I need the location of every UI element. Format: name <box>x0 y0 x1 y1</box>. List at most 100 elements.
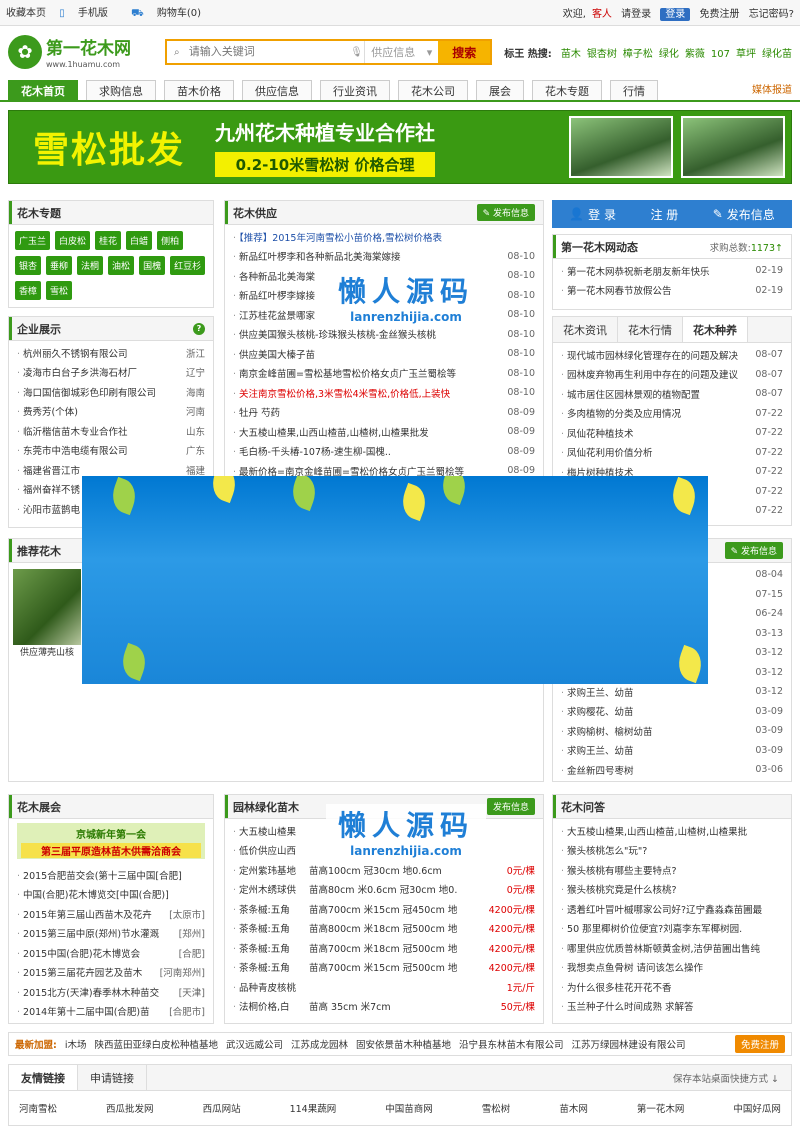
nav-tab-supply[interactable]: 供应信息 <box>242 80 312 100</box>
topic-tag[interactable]: 香樟 <box>15 281 42 300</box>
hot-item[interactable]: 绿化 <box>659 49 679 60</box>
list-item[interactable]: 2015北方(天津)春季林木种苗交 [天津] <box>17 982 205 1002</box>
publish-buy-button[interactable]: ✎ 发布信息 <box>724 542 783 559</box>
price-row[interactable]: 品种青皮核桃 1元/斤 <box>233 977 535 997</box>
login-button[interactable]: 登录 <box>660 8 691 21</box>
hot-item[interactable]: 银杏树 <box>587 49 617 60</box>
publish-supply-button[interactable]: ✎ 发布信息 <box>476 204 535 221</box>
nav-tab-company[interactable]: 花木公司 <box>398 80 468 100</box>
list-item[interactable]: 毛白杨-千头椿-107杨-速生柳-国槐.. 08-09 <box>233 442 535 462</box>
media-report-link[interactable]: 媒体报道 <box>752 81 792 100</box>
price-row[interactable]: 定州木绣球供苗高80cm 米0.6cm 冠30cm 地0. 0元/棵 <box>233 880 535 900</box>
list-item[interactable]: 中国(合肥)花木博览交[中国(合肥)] <box>17 885 205 905</box>
friend-link[interactable]: 苗木网 <box>559 1101 588 1115</box>
list-item[interactable]: 大五棱山楂果,山西山楂苗,山楂树,山楂果批发 08-09 <box>233 422 535 442</box>
list-item[interactable]: 凤仙花利用价值分析 07-22 <box>561 443 783 463</box>
list-item[interactable]: 求购王兰、幼苗 03-12 <box>561 682 783 702</box>
save-shortcut-link[interactable]: 保存本站桌面快捷方式 ↓ <box>661 1065 791 1090</box>
qa-item[interactable]: 猴头核桃怎么"玩"? <box>561 841 783 861</box>
search-category-select[interactable]: 供应信息 ▾ <box>364 41 438 63</box>
new-member-link[interactable]: 固安依景苗木种植基地 <box>356 1037 451 1051</box>
friend-link[interactable]: 中国好瓜网 <box>733 1101 781 1115</box>
tab-info-news[interactable]: 花木资讯 <box>553 317 618 342</box>
new-member-link[interactable]: 武汉远威公司 <box>226 1037 283 1051</box>
list-item[interactable]: 新品红叶椤李和各种新品北美海棠嫁接 08-10 <box>233 247 535 267</box>
new-member-link[interactable]: 沿宁县东林苗木有限公司 <box>459 1037 564 1051</box>
new-member-link[interactable]: i木场 <box>65 1037 87 1051</box>
topic-tag[interactable]: 银杏 <box>15 256 42 275</box>
favorite-link[interactable]: 收藏本页 <box>6 8 46 19</box>
hot-item[interactable]: 绿化苗 <box>762 49 792 60</box>
qa-item[interactable]: 我想卖点鱼骨树 请问该怎么操作 <box>561 958 783 978</box>
nav-tab-buy[interactable]: 求购信息 <box>86 80 156 100</box>
hot-item[interactable]: 草坪 <box>736 49 756 60</box>
register-action[interactable]: 注 册 <box>650 206 678 223</box>
topic-tag[interactable]: 白皮松 <box>55 231 91 250</box>
nav-tab-price[interactable]: 苗木价格 <box>164 80 234 100</box>
nav-tab-topic[interactable]: 花木专题 <box>532 80 602 100</box>
friend-link[interactable]: 第一花木网 <box>637 1101 685 1115</box>
list-item[interactable]: 2015第三届中原(郑州)节水灌溉 [郑州] <box>17 924 205 944</box>
nav-tab-fair[interactable]: 展会 <box>476 80 524 100</box>
help-icon[interactable]: ? <box>193 322 205 335</box>
friend-link[interactable]: 114果蔬网 <box>290 1101 337 1115</box>
microphone-icon[interactable]: 🎙 <box>350 41 364 63</box>
qa-item[interactable]: 为什么很多桂花开花不香 <box>561 977 783 997</box>
search-input[interactable] <box>186 41 351 63</box>
price-row[interactable]: 定州紫玮基地苗高100cm 冠30cm 地0.6cm 0元/棵 <box>233 860 535 880</box>
fair-promo[interactable]: 京城新年第一会 第三届平原造林苗木供需洽商会 <box>17 823 205 859</box>
list-item[interactable]: 供应美国大榛子苗 08-10 <box>233 344 535 364</box>
nav-tab-news[interactable]: 行业资讯 <box>320 80 390 100</box>
friend-link[interactable]: 中国苗商网 <box>385 1101 433 1115</box>
list-item[interactable]: 关注南京雪松价格,3米雪松4米雪松,价格低,上装快 08-10 <box>233 383 535 403</box>
list-item[interactable]: 求购王兰、幼苗 03-09 <box>561 741 783 761</box>
new-member-link[interactable]: 江苏成龙园林 <box>291 1037 348 1051</box>
list-item[interactable]: 杭州丽久不锈钢有限公司 浙江 <box>17 343 205 363</box>
nav-tab-market[interactable]: 行情 <box>610 80 658 100</box>
tab-apply-links[interactable]: 申请链接 <box>78 1065 147 1090</box>
list-item[interactable]: 第一花木网春节放假公告 02-19 <box>561 281 783 301</box>
tab-info-care[interactable]: 花木种养 <box>683 317 748 342</box>
topic-tag[interactable]: 油松 <box>108 256 135 275</box>
list-item[interactable]: 2015年第三届山西苗木及花卉 [太原市] <box>17 904 205 924</box>
price-row[interactable]: 茶条槭:五角苗高700cm 米15cm 冠450cm 地 4200元/棵 <box>233 899 535 919</box>
tab-friend-links[interactable]: 友情链接 <box>9 1065 78 1090</box>
friend-link[interactable]: 河南雪松 <box>19 1101 57 1115</box>
topic-tag[interactable]: 广玉兰 <box>15 231 51 250</box>
list-item[interactable]: 临沂楷信苗木专业合作社 山东 <box>17 421 205 441</box>
topic-tag[interactable]: 红豆杉 <box>170 256 206 275</box>
topic-tag[interactable]: 雪松 <box>46 281 73 300</box>
qa-item[interactable]: 透着红叶冒叶槭哪家公司好?辽宁鑫淼森苗圃最 <box>561 899 783 919</box>
hot-item[interactable]: 紫薇 <box>685 49 705 60</box>
list-item[interactable]: 【推荐】2015年河南雪松小苗价格,雪松树价格表 <box>233 227 535 247</box>
recommend-item[interactable]: 供应薄壳山核 <box>13 569 81 658</box>
list-item[interactable]: 园林废弃物再生利用中存在的问题及建议 08-07 <box>561 365 783 385</box>
topic-tag[interactable]: 桂花 <box>95 231 122 250</box>
search-button[interactable]: 搜索 <box>438 41 491 63</box>
list-item[interactable]: 牡丹 芍药 08-09 <box>233 403 535 423</box>
price-row[interactable]: 茶条槭:五角苗高700cm 米15cm 冠500cm 地 4200元/棵 <box>233 958 535 978</box>
qa-item[interactable]: 50 那里椰树价位便宜?刘嘉李东军椰树园. <box>561 919 783 939</box>
new-member-link[interactable]: 江苏万绿园林建设有限公司 <box>572 1037 686 1051</box>
list-item[interactable]: 2015合肥苗交会(第十三届中国[合肥] <box>17 865 205 885</box>
list-item[interactable]: 凌海市白台子乡洪海石材厂 辽宁 <box>17 363 205 383</box>
hot-item[interactable]: 樟子松 <box>623 49 653 60</box>
price-row[interactable]: 茶条槭:五角苗高700cm 米18cm 冠500cm 地 4200元/棵 <box>233 938 535 958</box>
price-row[interactable]: 茶条槭:五角苗高800cm 米18cm 冠500cm 地 4200元/棵 <box>233 919 535 939</box>
list-item[interactable]: 凤仙花种植技术 07-22 <box>561 423 783 443</box>
price-row[interactable]: 法桐价格,白苗高 35cm 米7cm 50元/棵 <box>233 997 535 1017</box>
qa-item[interactable]: 大五棱山楂果,山西山楂苗,山楂树,山楂果批 <box>561 821 783 841</box>
topic-tag[interactable]: 法桐 <box>77 256 104 275</box>
ad-banner[interactable]: 雪松批发 九州花木种植专业合作社 0.2-10米雪松树 价格合理 <box>8 110 792 184</box>
list-item[interactable]: 南京金峰苗圃=雪松基地雪松价格女贞广玉兰蜀桧等 08-10 <box>233 364 535 384</box>
qa-item[interactable]: 猴头核桃究竟是什么核桃? <box>561 880 783 900</box>
list-item[interactable]: 海口国信御城彩色印刷有限公司 海南 <box>17 382 205 402</box>
qa-item[interactable]: 玉兰种子什么时间成熟 求解答 <box>561 997 783 1017</box>
publish-price-button[interactable]: 发布信息 <box>486 798 535 815</box>
list-item[interactable]: 第一花木网恭祝新老朋友新年快乐 02-19 <box>561 261 783 281</box>
list-item[interactable]: 金丝新四号枣树 03-06 <box>561 760 783 780</box>
list-item[interactable]: 多肉植物的分类及应用情况 07-22 <box>561 404 783 424</box>
qa-item[interactable]: 猴头核桃有哪些主要特点? <box>561 860 783 880</box>
cart-link[interactable]: ⛟ 购物车(0) <box>131 8 211 19</box>
forgot-password-link[interactable]: 忘记密码? <box>749 9 794 20</box>
